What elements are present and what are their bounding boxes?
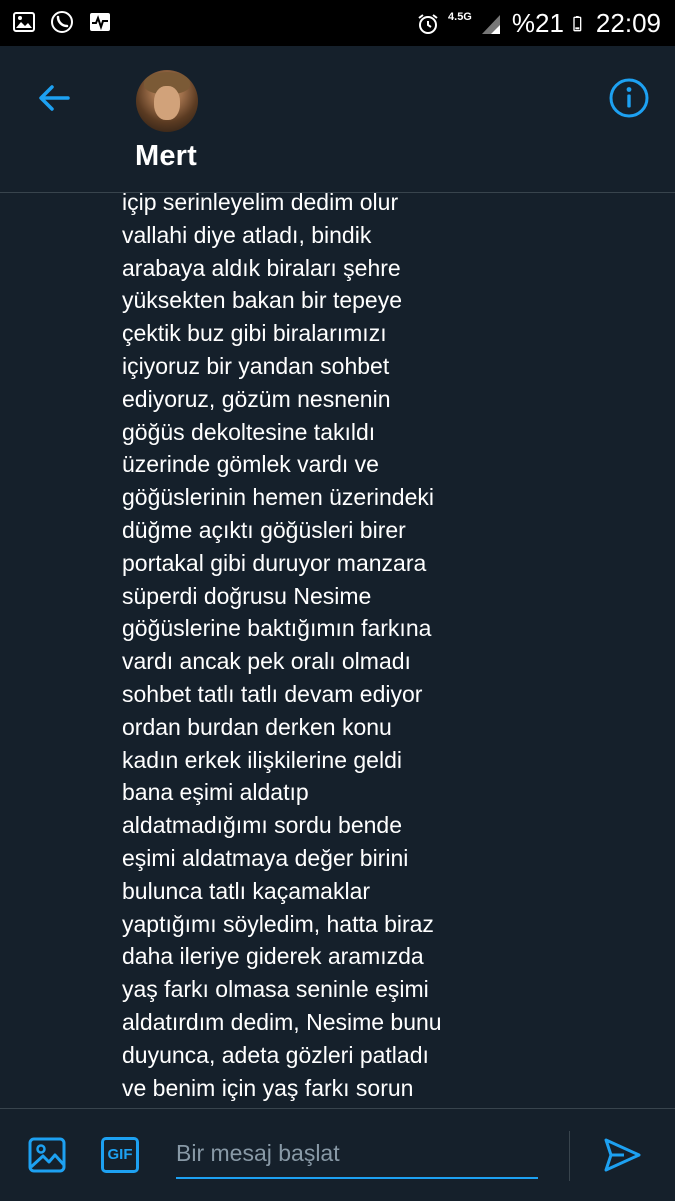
network-type: 4.5G: [448, 11, 472, 23]
message-line: göğüs dekoltesine takıldı: [122, 418, 376, 445]
message-line: içip serinleyelim dedim olur: [122, 189, 399, 215]
message-line: ordan burdan derken konu: [122, 713, 392, 740]
message-line: aldatmadığımı sordu bende: [122, 812, 403, 839]
message-line: vallahi diye atladı, bindik: [122, 221, 372, 248]
message-line: ediyoruz, gözüm nesnenin: [122, 385, 391, 412]
message-line: bana eşimi aldatıp: [122, 779, 309, 806]
message-line: vardı ancak pek oralı olmadı: [122, 648, 411, 675]
signal-icon: [481, 14, 500, 34]
message-line: göğüslerine baktığımın farkına: [122, 615, 432, 642]
notification-icons: [12, 10, 112, 34]
gif-button[interactable]: GIF: [101, 1137, 139, 1173]
message-line: düğme açıktı göğüsleri birer: [122, 516, 406, 543]
send-icon[interactable]: [602, 1135, 642, 1175]
message-line: göğüslerinin hemen üzerindeki: [122, 484, 434, 511]
avatar[interactable]: [136, 70, 198, 132]
message-line: duyunca, adeta gözleri patladı: [122, 1041, 429, 1068]
message-line: bulunca tatlı kaçamaklar: [122, 877, 371, 904]
clock: 22:09: [595, 8, 661, 38]
battery-icon: [573, 15, 582, 31]
message-line: yaptığımı söyledim, hatta biraz: [122, 910, 434, 937]
message-line: arabaya aldık biraları şehre: [122, 254, 401, 281]
contact-name[interactable]: Mert: [135, 140, 197, 173]
message-line: eşimi aldatmaya değer birini: [122, 844, 409, 871]
arrow-left-icon[interactable]: [34, 78, 74, 118]
system-status: 4.5G %21 22:09: [416, 8, 661, 39]
activity-icon: [90, 13, 110, 31]
message-input[interactable]: [176, 1129, 538, 1179]
message-line: daha ileriye giderek aramızda: [122, 943, 424, 970]
message-line: sohbet tatlı tatlı devam ediyor: [122, 680, 423, 707]
message-line: üzerinde gömlek vardı ve: [122, 451, 379, 478]
message-composer: GIF: [0, 1108, 675, 1201]
message-line: yüksekten bakan bir tepeye: [122, 287, 403, 314]
message-line: portakal gibi duruyor manzara: [122, 549, 427, 576]
whatsapp-icon: [51, 11, 73, 33]
image-icon[interactable]: [27, 1135, 67, 1175]
gallery-icon: [13, 12, 35, 32]
composer-divider: [569, 1131, 570, 1181]
message-line: ve benim için yaş farkı sorun: [122, 1074, 414, 1101]
message-line: aldatırdım dedim, Nesime bunu: [122, 1008, 442, 1035]
message-line: süperdi doğrusu Nesime: [122, 582, 372, 609]
battery-percent: %21: [511, 8, 564, 38]
status-bar: 4.5G %21 22:09: [0, 0, 675, 46]
conversation-header: Mert: [0, 46, 675, 193]
alarm-icon: [418, 13, 438, 34]
message-line: içiyoruz bir yandan sohbet: [122, 352, 390, 379]
message-line: yaş farkı olmasa seninle eşimi: [122, 976, 429, 1003]
message-line: kadın erkek ilişkilerine geldi: [122, 746, 402, 773]
message-line: çektik buz gibi biralarımızı: [122, 320, 387, 347]
info-icon[interactable]: [607, 76, 651, 120]
message-body: içip serinleyelim dedim olur vallahi diye…: [122, 186, 522, 1108]
